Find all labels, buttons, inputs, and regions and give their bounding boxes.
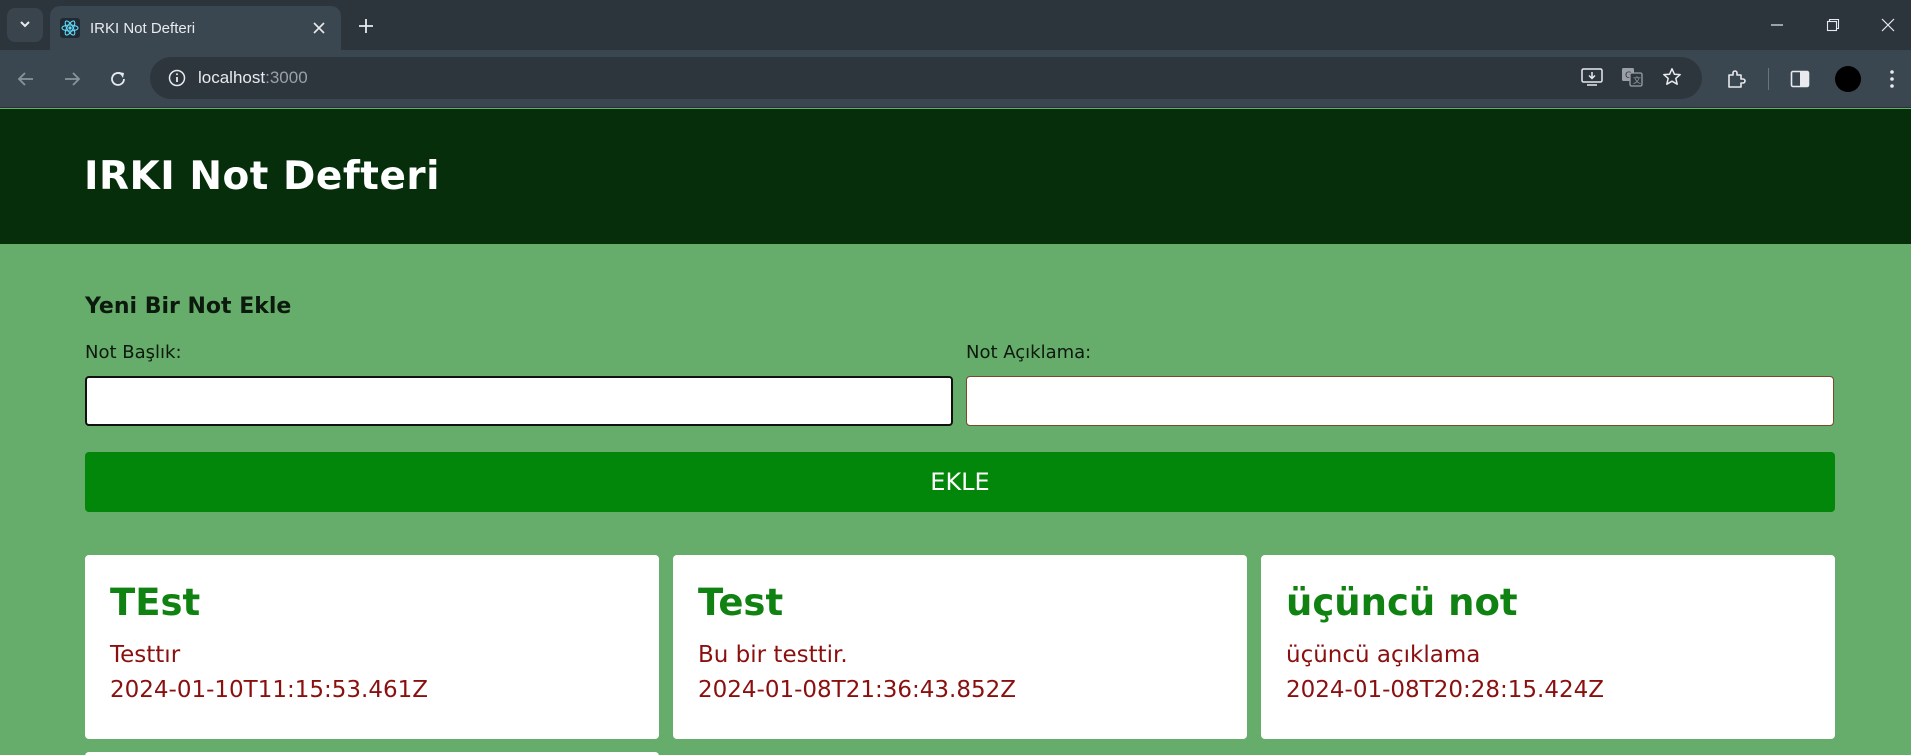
side-panel-icon[interactable] <box>1784 63 1816 95</box>
note-description-label: Not Açıklama: <box>966 342 1092 363</box>
kebab-menu-icon[interactable] <box>1876 63 1908 95</box>
note-description: Bu bir testtir. <box>698 642 848 668</box>
note-title: TEst <box>110 581 201 624</box>
note-title-field: Not Başlık: <box>85 342 953 426</box>
site-info-icon[interactable] <box>156 69 198 87</box>
minimize-icon[interactable] <box>1754 8 1800 42</box>
note-description: üçüncü açıklama <box>1286 642 1481 668</box>
tab-search-button[interactable] <box>7 8 43 42</box>
note-date: 2024-01-08T20:28:15.424Z <box>1286 677 1604 703</box>
add-note-button[interactable]: EKLE <box>85 452 1835 512</box>
note-card: üçüncü not üçüncü açıklama 2024-01-08T20… <box>1261 555 1835 739</box>
note-date: 2024-01-08T21:36:43.852Z <box>698 677 1016 703</box>
plus-icon[interactable] <box>352 12 380 40</box>
tab-title: IRKI Not Defteri <box>90 19 196 37</box>
app-header: IRKI Not Defteri <box>0 109 1911 244</box>
bookmark-star-icon[interactable] <box>1657 62 1687 92</box>
add-note-form: Yeni Bir Not Ekle Not Başlık: Not Açıkla… <box>85 294 1835 512</box>
form-heading: Yeni Bir Not Ekle <box>85 294 292 319</box>
note-description: Testtır <box>110 642 181 668</box>
form-fields: Not Başlık: Not Açıklama: <box>85 342 1835 426</box>
back-icon[interactable] <box>10 63 42 95</box>
install-app-icon[interactable] <box>1577 62 1607 92</box>
url-host: localhost <box>198 68 266 87</box>
extensions-icon[interactable] <box>1720 63 1752 95</box>
note-description-input[interactable] <box>966 376 1834 426</box>
tab-strip: IRKI Not Defteri <box>0 0 1911 50</box>
reload-icon[interactable] <box>102 63 134 95</box>
close-icon[interactable] <box>307 16 331 40</box>
chevron-down-icon <box>18 16 32 35</box>
note-card: Test Bu bir testtir. 2024-01-08T21:36:43… <box>673 555 1247 739</box>
note-date: 2024-01-10T11:15:53.461Z <box>110 677 428 703</box>
profile-avatar[interactable] <box>1835 66 1861 92</box>
react-favicon-icon <box>60 18 80 38</box>
window-close-icon[interactable] <box>1865 8 1911 42</box>
notes-grid: TEst Testtır 2024-01-10T11:15:53.461Z Te… <box>85 555 1835 755</box>
browser-tab-active[interactable]: IRKI Not Defteri <box>50 6 341 50</box>
note-title: üçüncü not <box>1286 581 1518 624</box>
note-title: Test <box>698 581 784 624</box>
web-page: IRKI Not Defteri Yeni Bir Not Ekle Not B… <box>0 109 1911 755</box>
toolbar-divider <box>1768 68 1769 90</box>
svg-text:文: 文 <box>1633 75 1641 85</box>
page-title: IRKI Not Defteri <box>84 154 440 199</box>
url-text: localhost:3000 <box>198 68 308 88</box>
note-description-field: Not Açıklama: <box>966 342 1834 426</box>
note-card: TEst Testtır 2024-01-10T11:15:53.461Z <box>85 555 659 739</box>
restore-icon[interactable] <box>1810 8 1856 42</box>
note-title-label: Not Başlık: <box>85 342 182 363</box>
forward-icon[interactable] <box>56 63 88 95</box>
note-title-input[interactable] <box>85 376 953 426</box>
browser-toolbar: localhost:3000 G文 <box>0 50 1911 108</box>
translate-icon[interactable]: G文 <box>1617 62 1647 92</box>
url-port: :3000 <box>265 68 308 87</box>
address-bar[interactable]: localhost:3000 <box>150 57 1702 99</box>
